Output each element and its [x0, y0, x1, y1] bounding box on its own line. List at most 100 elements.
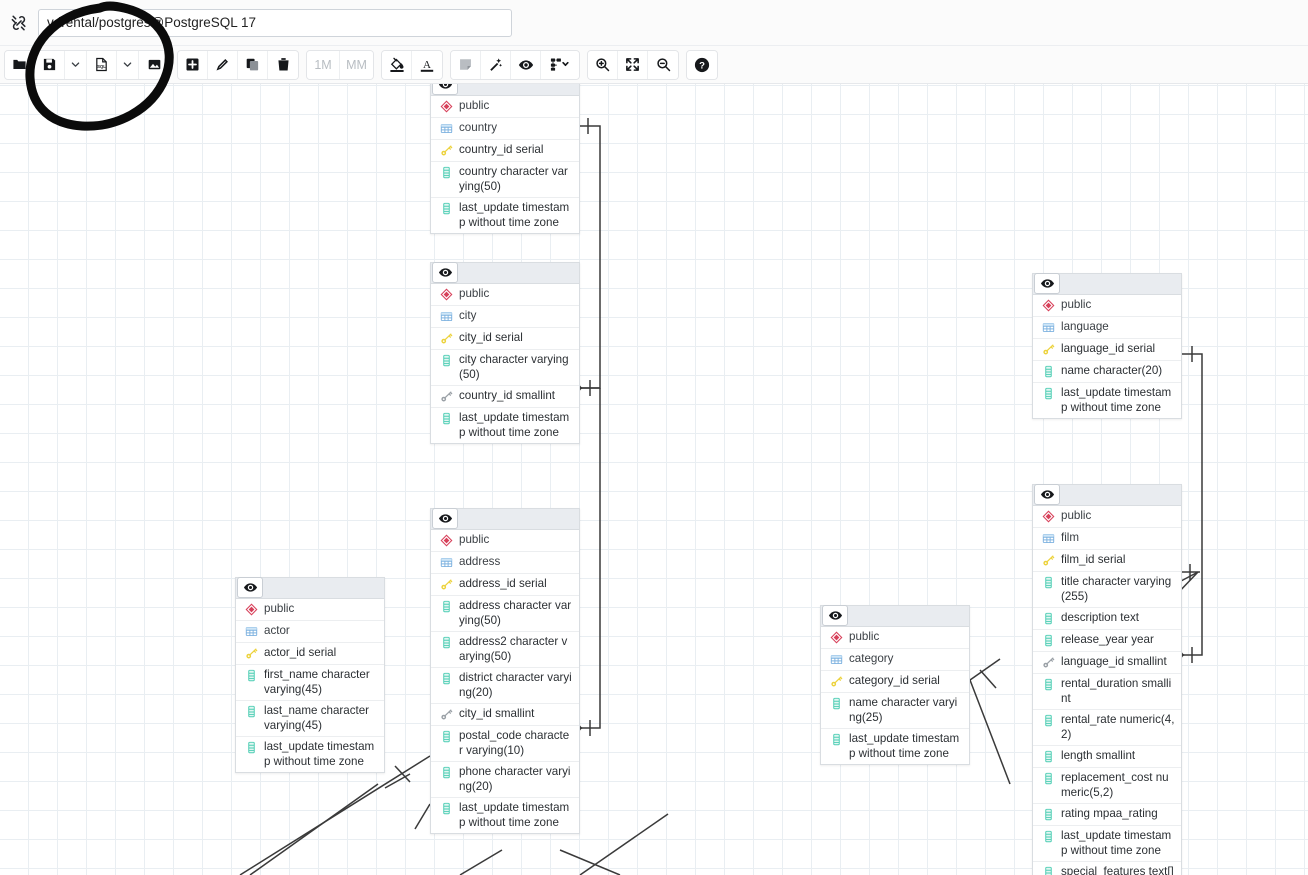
column-icon	[1041, 677, 1055, 691]
erd-table-film[interactable]: public film film_id serial title charact…	[1032, 484, 1182, 875]
eye-icon[interactable]	[822, 605, 848, 626]
clone-table-button[interactable]	[238, 50, 268, 79]
table-column-row[interactable]: rental_rate numeric(4,2)	[1033, 710, 1181, 746]
table-column-row[interactable]: language_id serial	[1033, 339, 1181, 361]
table-column-row[interactable]: address character varying(50)	[431, 596, 579, 632]
table-column-row[interactable]: country_id smallint	[431, 386, 579, 408]
table-column-row[interactable]: name character varying(25)	[821, 693, 969, 729]
column-icon	[1041, 807, 1055, 821]
schema-icon	[829, 630, 843, 644]
table-column-row[interactable]: city character varying(50)	[431, 350, 579, 386]
zoom-group	[587, 49, 679, 80]
edit-table-button[interactable]	[208, 50, 238, 79]
table-column-row[interactable]: country character varying(50)	[431, 162, 579, 198]
eye-icon[interactable]	[432, 84, 458, 95]
column-icon	[244, 704, 258, 718]
eye-icon[interactable]	[432, 508, 458, 529]
table-column-row[interactable]: rating mpaa_rating	[1033, 804, 1181, 826]
column-icon	[1041, 386, 1055, 400]
table-column-row[interactable]: film_id serial	[1033, 550, 1181, 572]
table-column-row[interactable]: phone character varying(20)	[431, 762, 579, 798]
add-note-button[interactable]	[451, 50, 481, 79]
edit-group	[177, 49, 299, 80]
table-name-label: address	[459, 555, 501, 568]
erd-table-category[interactable]: public category category_id serial name …	[820, 605, 970, 765]
column-label: first_name character varying(45)	[264, 668, 370, 696]
one-to-many-button[interactable]: 1M	[307, 50, 340, 79]
table-column-row[interactable]: address_id serial	[431, 574, 579, 596]
column-icon	[439, 599, 453, 613]
save-button[interactable]	[35, 50, 65, 79]
table-column-row[interactable]: length smallint	[1033, 746, 1181, 768]
table-column-row[interactable]: rental_duration smallint	[1033, 674, 1181, 710]
help-button[interactable]: ?	[687, 50, 717, 79]
table-column-row[interactable]: last_update timestamp without time zone	[431, 408, 579, 443]
eye-icon[interactable]	[432, 262, 458, 283]
add-table-button[interactable]	[178, 50, 208, 79]
table-column-row[interactable]: description text	[1033, 608, 1181, 630]
svg-text:SQL: SQL	[97, 64, 106, 69]
table-column-row[interactable]: actor_id serial	[236, 643, 384, 665]
table-column-row[interactable]: last_update timestamp without time zone	[1033, 826, 1181, 862]
table-column-row[interactable]: last_name character varying(45)	[236, 701, 384, 737]
table-column-row[interactable]: release_year year	[1033, 630, 1181, 652]
column-label: city character varying(50)	[459, 353, 569, 381]
download-image-button[interactable]	[139, 50, 169, 79]
table-column-row[interactable]: replacement_cost numeric(5,2)	[1033, 768, 1181, 804]
column-label: language_id smallint	[1061, 655, 1167, 668]
table-column-row[interactable]: last_update timestamp without time zone	[821, 729, 969, 764]
table-column-row[interactable]: last_update timestamp without time zone	[1033, 383, 1181, 418]
table-column-row[interactable]: last_update timestamp without time zone	[431, 798, 579, 833]
table-column-row[interactable]: postal_code character varying(10)	[431, 726, 579, 762]
auto-align-button[interactable]	[481, 50, 511, 79]
table-column-row[interactable]: address2 character varying(50)	[431, 632, 579, 668]
table-column-row[interactable]: language_id smallint	[1033, 652, 1181, 674]
column-icon	[439, 635, 453, 649]
erd-table-address[interactable]: public address address_id serial address…	[430, 508, 580, 834]
table-column-row[interactable]: category_id serial	[821, 671, 969, 693]
eye-icon[interactable]	[237, 577, 263, 598]
table-column-row[interactable]: last_update timestamp without time zone	[431, 198, 579, 233]
table-column-row[interactable]: last_update timestamp without time zone	[236, 737, 384, 772]
connection-title-input[interactable]: vdrental/postgres@PostgreSQL 17	[38, 8, 512, 37]
sql-dropdown-caret[interactable]	[117, 50, 139, 79]
table-column-row[interactable]: special_features text[]	[1033, 862, 1181, 875]
eye-icon[interactable]	[1034, 273, 1060, 294]
erd-table-country[interactable]: public country country_id serial country…	[430, 84, 580, 234]
zoom-out-button[interactable]	[648, 50, 678, 79]
many-to-many-button[interactable]: MM	[340, 50, 373, 79]
drop-table-button[interactable]	[268, 50, 298, 79]
column-label: last_update timestamp without time zone	[459, 411, 570, 439]
text-color-button[interactable]: A	[412, 50, 442, 79]
primary-key-icon	[244, 646, 258, 660]
schema-icon	[244, 602, 258, 616]
generate-sql-button[interactable]: SQL	[87, 50, 117, 79]
table-column-row[interactable]: city_id serial	[431, 328, 579, 350]
column-label: phone character varying(20)	[459, 765, 571, 793]
column-label: replacement_cost numeric(5,2)	[1061, 771, 1169, 799]
zoom-in-button[interactable]	[588, 50, 618, 79]
foreign-key-icon	[439, 389, 453, 403]
column-label: address character varying(50)	[459, 599, 572, 627]
file-group: SQL	[4, 49, 170, 80]
fill-color-button[interactable]	[382, 50, 412, 79]
open-file-button[interactable]	[5, 50, 35, 79]
table-column-row[interactable]: country_id serial	[431, 140, 579, 162]
erd-table-city[interactable]: public city city_id serial city characte…	[430, 262, 580, 444]
table-column-row[interactable]: title character varying(255)	[1033, 572, 1181, 608]
eye-icon[interactable]	[1034, 484, 1060, 505]
show-details-button[interactable]	[511, 50, 541, 79]
table-column-row[interactable]: city_id smallint	[431, 704, 579, 726]
table-column-row[interactable]: first_name character varying(45)	[236, 665, 384, 701]
erd-tool-window: vdrental/postgres@PostgreSQL 17 SQL 1M M…	[0, 0, 1308, 875]
schema-label: public	[1061, 298, 1092, 311]
erd-table-actor[interactable]: public actor actor_id serial first_name …	[235, 577, 385, 773]
erd-canvas[interactable]: public country country_id serial country…	[0, 84, 1308, 875]
zoom-to-fit-button[interactable]	[618, 50, 648, 79]
save-dropdown-caret[interactable]	[65, 50, 87, 79]
table-column-row[interactable]: district character varying(20)	[431, 668, 579, 704]
table-column-row[interactable]: name character(20)	[1033, 361, 1181, 383]
erd-table-language[interactable]: public language language_id serial name …	[1032, 273, 1182, 419]
table-layout-button[interactable]	[541, 50, 579, 79]
schema-icon	[439, 533, 453, 547]
